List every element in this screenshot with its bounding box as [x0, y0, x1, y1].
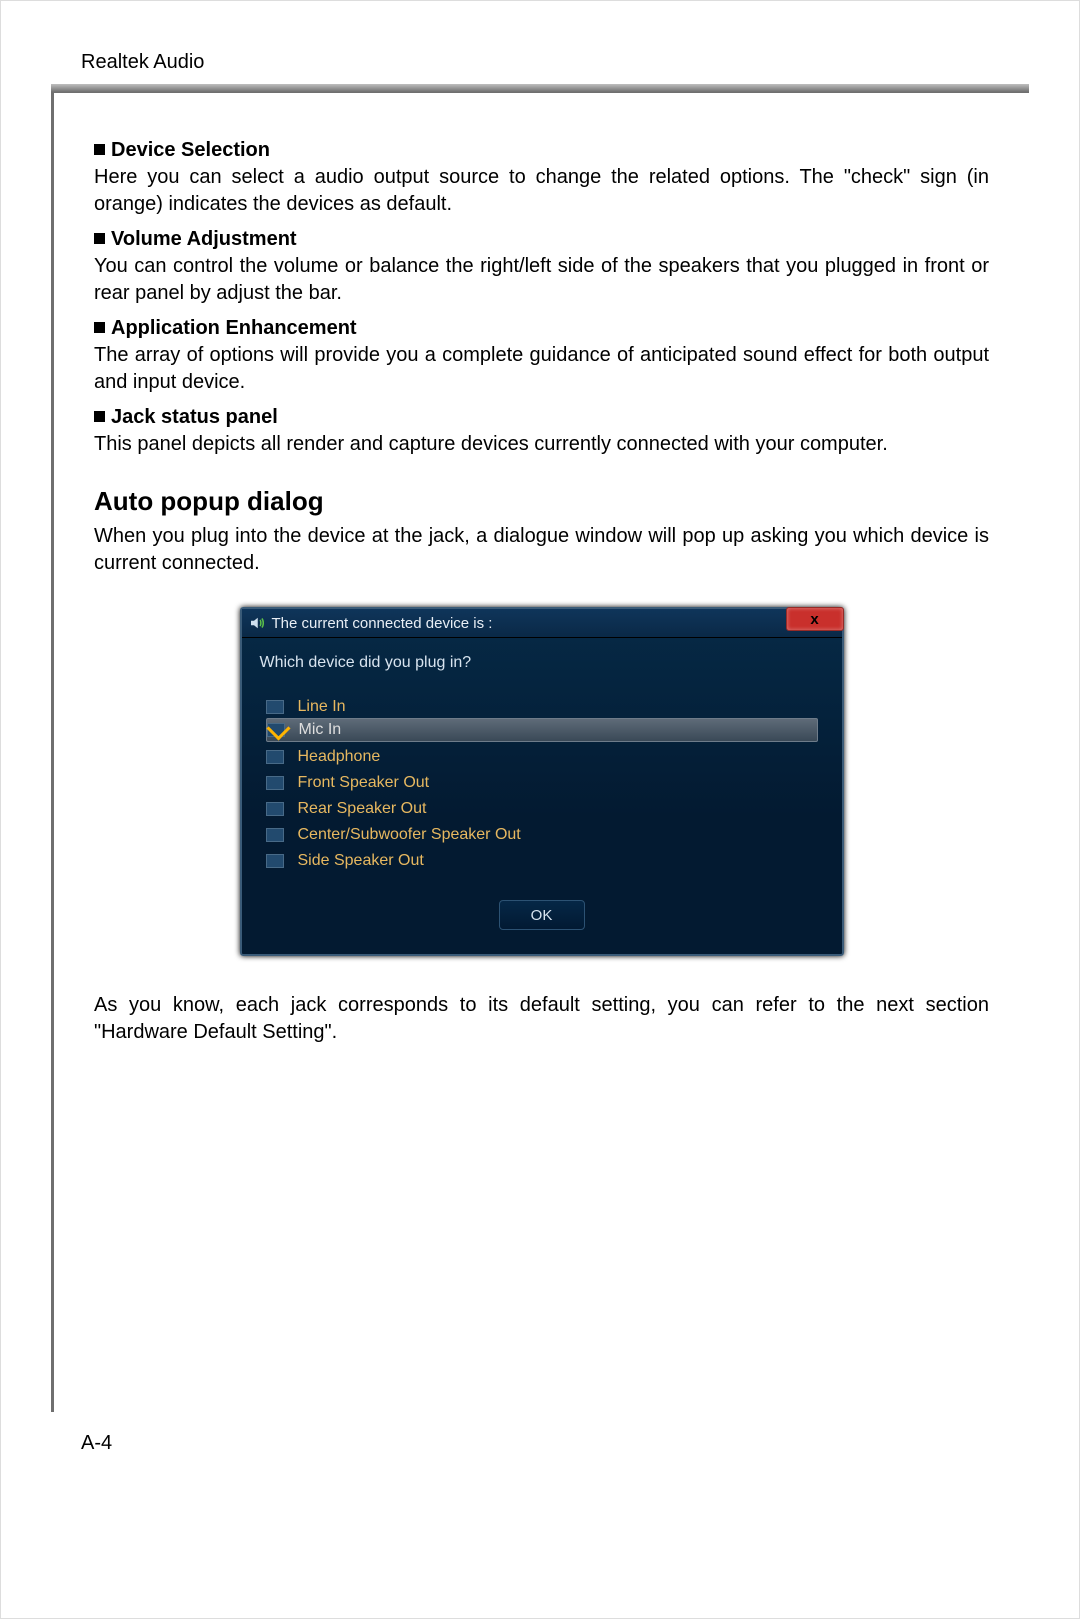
closing-paragraph: As you know, each jack corresponds to it…: [94, 992, 989, 1046]
feature-block: Device Selection Here you can select a a…: [94, 139, 989, 218]
feature-title: Volume Adjustment: [111, 228, 297, 250]
page-number: A-4: [81, 1432, 1029, 1455]
device-dialog: The current connected device is : x Whic…: [240, 607, 844, 956]
feature-block: Application Enhancement The array of opt…: [94, 317, 989, 396]
header-divider: [51, 84, 1029, 92]
dialog-body: Which device did you plug in? Line In Mi…: [242, 638, 842, 954]
device-option-front-speaker[interactable]: Front Speaker Out: [266, 770, 818, 796]
feature-heading: Jack status panel: [94, 406, 989, 429]
running-head: Realtek Audio: [81, 51, 1029, 74]
ok-button-label: OK: [531, 907, 553, 924]
feature-block: Volume Adjustment You can control the vo…: [94, 228, 989, 307]
feature-heading: Volume Adjustment: [94, 228, 989, 251]
feature-heading: Application Enhancement: [94, 317, 989, 340]
checkbox-icon: [266, 802, 284, 816]
feature-body: You can control the volume or balance th…: [94, 253, 989, 307]
device-label: Headphone: [298, 748, 381, 766]
device-option-headphone[interactable]: Headphone: [266, 744, 818, 770]
device-list: Line In Mic In Headphone Front Spea: [266, 694, 818, 874]
document-page: Realtek Audio Device Selection Here you …: [0, 0, 1080, 1619]
device-label: Front Speaker Out: [298, 774, 430, 792]
feature-block: Jack status panel This panel depicts all…: [94, 406, 989, 458]
speaker-icon: [248, 614, 266, 632]
dialog-titlebar: The current connected device is : x: [242, 609, 842, 638]
bullet-square-icon: [94, 233, 105, 244]
dialog-screenshot: The current connected device is : x Whic…: [94, 607, 989, 956]
bullet-square-icon: [94, 411, 105, 422]
feature-body: This panel depicts all render and captur…: [94, 431, 989, 458]
close-button[interactable]: x: [786, 607, 844, 631]
dialog-question: Which device did you plug in?: [260, 654, 824, 672]
content-frame: Device Selection Here you can select a a…: [51, 92, 1029, 1412]
device-label: Center/Subwoofer Speaker Out: [298, 826, 521, 844]
checkbox-icon: [266, 854, 284, 868]
checkbox-icon: [266, 776, 284, 790]
device-label: Mic In: [299, 721, 342, 739]
feature-body: The array of options will provide you a …: [94, 342, 989, 396]
device-option-line-in[interactable]: Line In: [266, 694, 818, 720]
feature-heading: Device Selection: [94, 139, 989, 162]
device-option-rear-speaker[interactable]: Rear Speaker Out: [266, 796, 818, 822]
device-label: Line In: [298, 698, 346, 716]
feature-title: Application Enhancement: [111, 317, 357, 339]
device-label: Side Speaker Out: [298, 852, 424, 870]
bullet-square-icon: [94, 322, 105, 333]
ok-button[interactable]: OK: [499, 900, 585, 930]
device-option-mic-in[interactable]: Mic In: [266, 718, 818, 742]
auto-popup-intro: When you plug into the device at the jac…: [94, 523, 989, 577]
device-label: Rear Speaker Out: [298, 800, 427, 818]
feature-body: Here you can select a audio output sourc…: [94, 164, 989, 218]
dialog-actions: OK: [260, 900, 824, 930]
device-option-center-subwoofer[interactable]: Center/Subwoofer Speaker Out: [266, 822, 818, 848]
bullet-square-icon: [94, 144, 105, 155]
section-heading-auto-popup: Auto popup dialog: [94, 486, 989, 517]
close-icon: x: [810, 611, 818, 628]
checkbox-icon: [266, 828, 284, 842]
checkbox-icon: [266, 750, 284, 764]
feature-title: Jack status panel: [111, 406, 278, 428]
checkbox-checked-icon: [267, 723, 285, 737]
feature-title: Device Selection: [111, 139, 270, 161]
dialog-title: The current connected device is :: [272, 615, 493, 632]
device-option-side-speaker[interactable]: Side Speaker Out: [266, 848, 818, 874]
checkbox-icon: [266, 700, 284, 714]
